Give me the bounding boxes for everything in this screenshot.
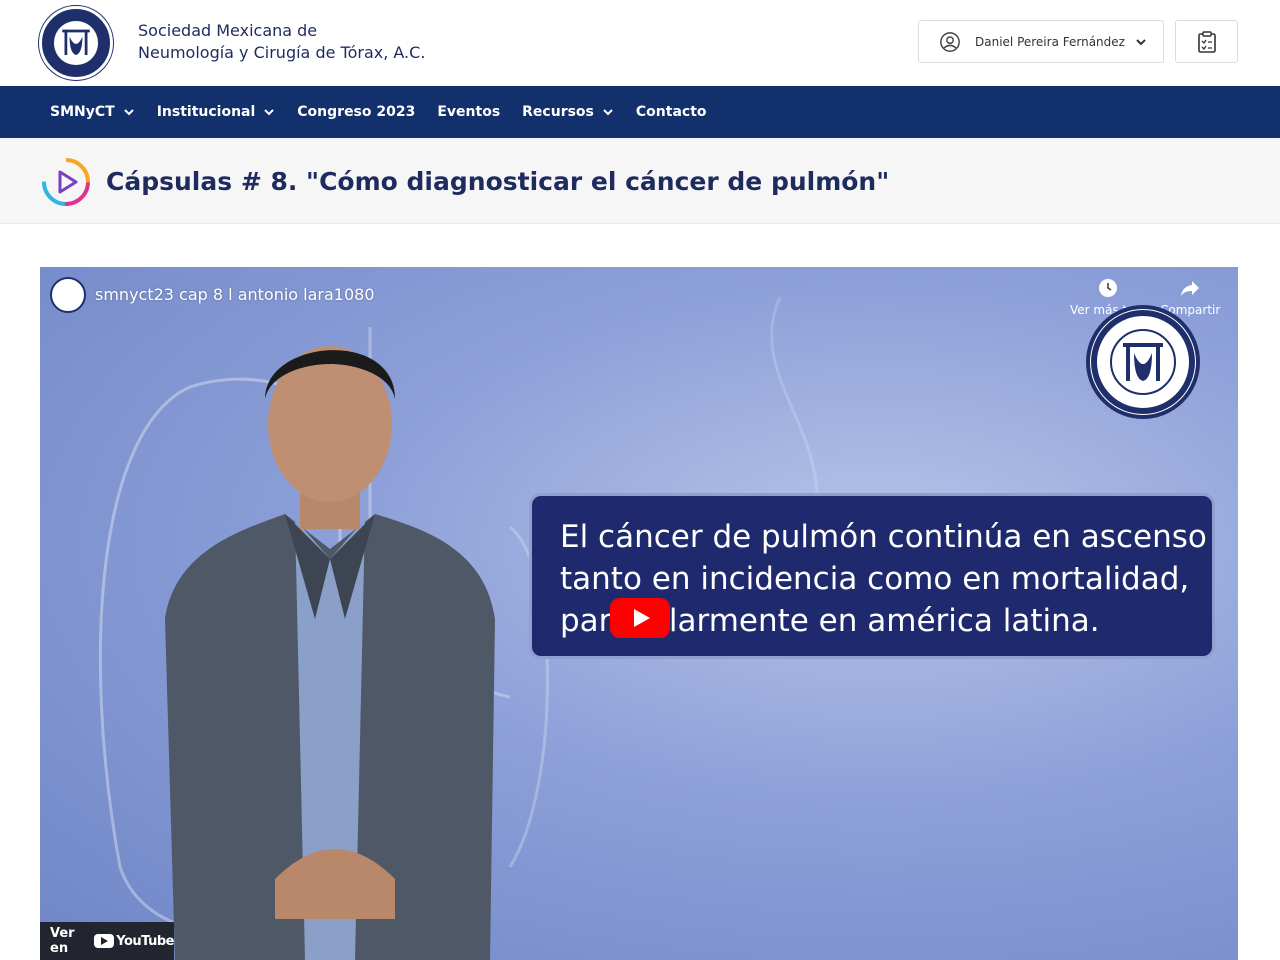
video-capsule-icon — [42, 158, 90, 206]
user-circle-icon — [940, 31, 960, 52]
page-title-bar: Cápsulas # 8. "Cómo diagnosticar el cánc… — [0, 138, 1280, 224]
play-button[interactable] — [610, 598, 670, 638]
video-player[interactable]: smnyct23 cap 8 l antonio lara1080 Ver má… — [40, 267, 1238, 960]
channel-avatar[interactable] — [50, 277, 86, 313]
site-header: Sociedad Mexicana de Neumología y Cirugí… — [0, 0, 1280, 86]
society-seal-icon — [1086, 305, 1200, 419]
nav-item-label: Congreso 2023 — [297, 104, 416, 120]
user-menu-button[interactable]: Daniel Pereira Fernández — [918, 20, 1164, 63]
video-title[interactable]: smnyct23 cap 8 l antonio lara1080 — [95, 285, 375, 304]
play-icon — [634, 609, 650, 627]
society-logo-icon[interactable] — [39, 6, 113, 80]
nav-item-smnyct[interactable]: SMNyCT — [50, 104, 135, 120]
chevron-down-icon — [264, 109, 274, 116]
page-title: Cápsulas # 8. "Cómo diagnosticar el cánc… — [106, 167, 890, 196]
watch-on-youtube-button[interactable]: Ver en YouTube — [40, 922, 174, 960]
caption-line-2: tanto en incidencia como en mortalidad, — [560, 561, 1190, 597]
clock-icon — [1099, 279, 1118, 297]
caption-line-1: El cáncer de pulmón continúa en ascenso — [560, 519, 1207, 555]
share-arrow-icon — [1181, 281, 1200, 296]
nav-item-label: Contacto — [635, 104, 707, 120]
nav-item-label: Recursos — [522, 104, 594, 120]
nav-item-label: SMNyCT — [50, 104, 115, 120]
chevron-down-icon — [123, 109, 134, 116]
watch-on-label: Ver en — [50, 926, 75, 956]
nav-item-eventos[interactable]: Eventos — [437, 104, 500, 120]
presenter-figure — [165, 346, 495, 960]
nav-item-recursos[interactable]: Recursos — [522, 104, 614, 120]
nav-item-institucional[interactable]: Institucional — [157, 104, 276, 120]
clipboard-list-icon — [1197, 30, 1216, 53]
user-name: Daniel Pereira Fernández — [975, 34, 1125, 49]
chevron-down-icon — [603, 109, 613, 116]
main-navigation: SMNyCT Institucional Congreso 2023 Event… — [0, 86, 1280, 138]
org-name-line1: Sociedad Mexicana de — [138, 21, 318, 40]
nav-item-contacto[interactable]: Contacto — [636, 104, 707, 120]
nav-item-label: Eventos — [437, 104, 501, 120]
nav-item-label: Institucional — [156, 104, 256, 120]
nav-item-congreso-2023[interactable]: Congreso 2023 — [297, 104, 415, 120]
youtube-logo: YouTube — [94, 934, 174, 949]
org-name-line2: Neumología y Cirugía de Tórax, A.C. — [138, 43, 426, 62]
youtube-icon — [94, 934, 115, 948]
clipboard-button[interactable] — [1175, 20, 1238, 63]
youtube-wordmark: YouTube — [116, 933, 174, 949]
chevron-down-icon — [1136, 39, 1146, 46]
organization-name[interactable]: Sociedad Mexicana de Neumología y Cirugí… — [138, 20, 425, 64]
